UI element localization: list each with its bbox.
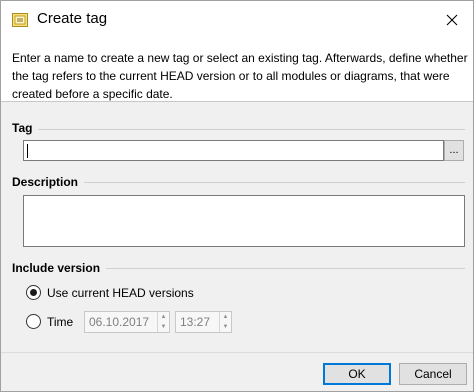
text-caret [27,144,28,158]
time-spinner: 13:27 ▲ ▼ [175,311,232,333]
tag-group-divider [12,129,465,130]
radio-use-head-label: Use current HEAD versions [47,285,194,300]
radio-time[interactable]: Time [26,314,73,329]
footer-divider [1,352,473,353]
spin-up-icon: ▲ [160,314,167,320]
tag-window-icon [12,12,28,28]
ok-button[interactable]: OK [323,363,391,385]
create-tag-dialog: Create tag Enter a name to create a new … [0,0,474,392]
tag-input[interactable] [23,140,444,161]
spin-up-icon: ▲ [222,314,229,320]
spin-down-icon: ▼ [222,324,229,330]
date-value: 06.10.2017 [89,315,150,329]
spin-down-icon: ▼ [160,324,167,330]
instruction-text: Enter a name to create a new tag or sele… [12,51,468,101]
date-spin-arrows: ▲ ▼ [157,312,169,332]
radio-use-head[interactable]: Use current HEAD versions [26,285,194,300]
date-spinner: 06.10.2017 ▲ ▼ [84,311,170,333]
radio-button-unchecked[interactable] [26,314,41,329]
time-value: 13:27 [180,315,211,329]
time-spin-arrows: ▲ ▼ [219,312,231,332]
tag-group-label: Tag [12,121,39,135]
browse-tags-button[interactable]: ... [444,140,464,161]
window-title: Create tag [37,10,108,27]
cancel-button[interactable]: Cancel [399,363,467,385]
description-group-label: Description [12,175,85,189]
instruction-banner: Enter a name to create a new tag or sele… [1,39,473,102]
description-textarea[interactable] [23,195,465,247]
close-button[interactable] [435,5,469,35]
close-icon [446,14,458,26]
radio-button-checked[interactable] [26,285,41,300]
version-group-label: Include version [12,261,107,275]
radio-time-label: Time [47,314,74,329]
title-bar: Create tag [1,1,473,39]
